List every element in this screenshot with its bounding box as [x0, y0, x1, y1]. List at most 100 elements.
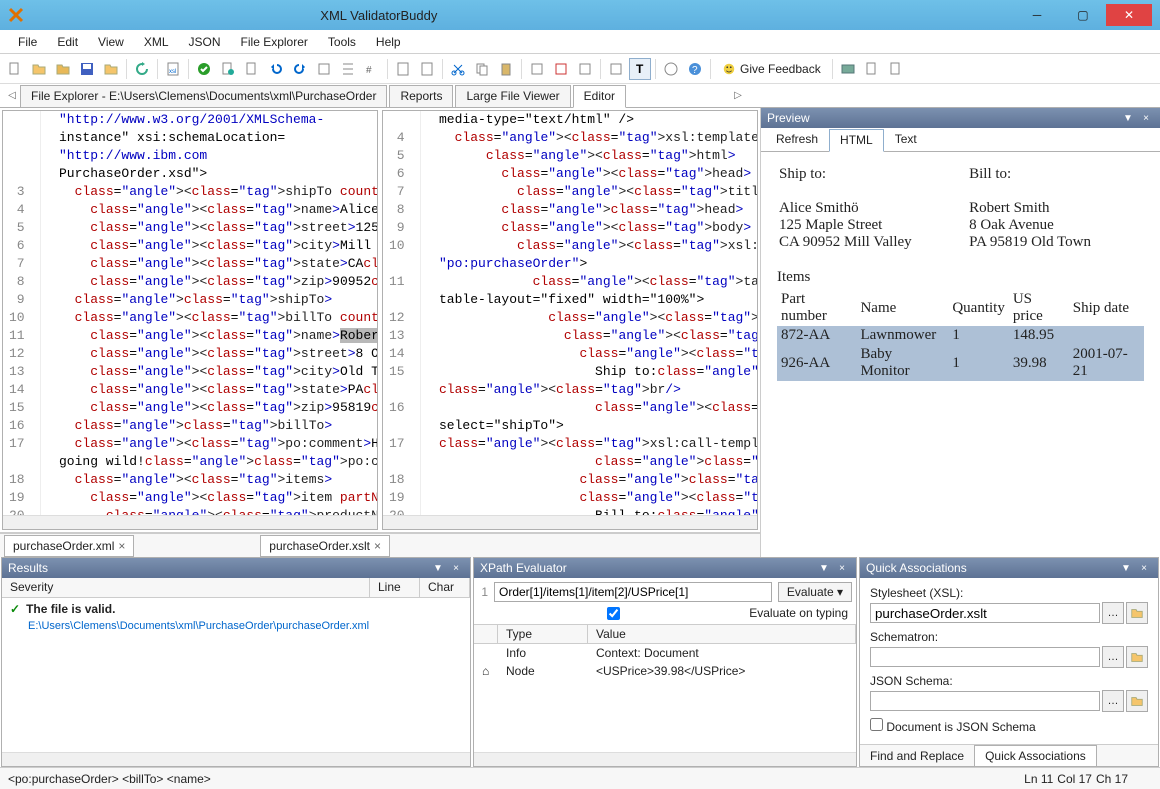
col-char[interactable]: Char	[420, 578, 470, 597]
close-button[interactable]: ✕	[1106, 4, 1152, 26]
tool-f-icon[interactable]	[605, 58, 627, 80]
browse-button[interactable]: …	[1102, 690, 1124, 712]
open-folder-icon[interactable]	[52, 58, 74, 80]
stylesheet-input[interactable]	[870, 603, 1100, 623]
close-pane-icon[interactable]: ×	[448, 560, 464, 576]
tab-scroll-right[interactable]: ▷	[730, 87, 746, 103]
panel-b-icon[interactable]	[861, 58, 883, 80]
tool-e-icon[interactable]	[574, 58, 596, 80]
browse-button[interactable]: …	[1102, 646, 1124, 668]
xpath-input[interactable]	[494, 582, 772, 602]
tool-d-icon[interactable]	[550, 58, 572, 80]
preview-tab-text[interactable]: Text	[884, 128, 928, 151]
open-folder-icon[interactable]	[1126, 602, 1148, 624]
menu-bar: File Edit View XML JSON File Explorer To…	[0, 30, 1160, 54]
open-icon[interactable]	[28, 58, 50, 80]
validate-doc-icon[interactable]	[217, 58, 239, 80]
save-all-icon[interactable]	[100, 58, 122, 80]
paste-icon[interactable]	[495, 58, 517, 80]
new-file-icon[interactable]	[4, 58, 26, 80]
minimize-button[interactable]: ─	[1014, 4, 1060, 26]
close-pane-icon[interactable]: ×	[1138, 110, 1154, 126]
dropdown-icon[interactable]: ▼	[1118, 560, 1134, 576]
menu-json[interactable]: JSON	[179, 32, 231, 52]
code-editor-right[interactable]: 45678910 11 12131415 16 17 18192021media…	[382, 110, 758, 530]
save-icon[interactable]	[76, 58, 98, 80]
open-folder-icon[interactable]	[1126, 690, 1148, 712]
close-pane-icon[interactable]: ×	[1136, 560, 1152, 576]
tab-editor[interactable]: Editor	[573, 85, 626, 108]
app-icon	[8, 7, 24, 23]
tool-icon-1[interactable]	[313, 58, 335, 80]
panel-c-icon[interactable]	[885, 58, 907, 80]
menu-xml[interactable]: XML	[134, 32, 179, 52]
hscroll[interactable]	[474, 752, 856, 766]
undo-icon[interactable]	[265, 58, 287, 80]
menu-edit[interactable]: Edit	[47, 32, 88, 52]
dropdown-icon[interactable]: ▼	[1120, 110, 1136, 126]
menu-file-explorer[interactable]: File Explorer	[231, 32, 318, 52]
close-tab-icon[interactable]: ×	[118, 539, 125, 553]
menu-tools[interactable]: Tools	[318, 32, 366, 52]
maximize-button[interactable]: ▢	[1060, 4, 1106, 26]
copy-icon[interactable]	[471, 58, 493, 80]
hscroll-right[interactable]	[383, 515, 757, 529]
cut-icon[interactable]	[447, 58, 469, 80]
eval-on-typing-checkbox[interactable]	[482, 607, 745, 620]
col-type[interactable]: Type	[498, 625, 588, 643]
tool-icon-2[interactable]	[337, 58, 359, 80]
preview-pane: Preview ▼ × Refresh HTML Text Ship to: A…	[760, 108, 1160, 557]
hscroll[interactable]	[2, 752, 470, 766]
col-line[interactable]: Line	[370, 578, 420, 597]
dropdown-icon[interactable]: ▼	[430, 560, 446, 576]
preview-tab-html[interactable]: HTML	[829, 129, 884, 152]
col-value[interactable]: Value	[588, 625, 856, 643]
menu-file[interactable]: File	[8, 32, 47, 52]
xpath-result-row: ⌂ Node <USPrice>39.98</USPrice>	[474, 662, 856, 680]
tab-reports[interactable]: Reports	[389, 85, 453, 107]
svg-text:T: T	[636, 62, 644, 76]
bill-name: Robert Smith	[969, 200, 1049, 216]
give-feedback-button[interactable]: Give Feedback	[715, 58, 828, 80]
tool-c-icon[interactable]	[526, 58, 548, 80]
doc-b-icon[interactable]	[416, 58, 438, 80]
refresh-icon[interactable]	[131, 58, 153, 80]
file-tab-xslt[interactable]: purchaseOrder.xslt ×	[260, 535, 390, 557]
menu-view[interactable]: View	[88, 32, 134, 52]
tab-file-explorer[interactable]: File Explorer - E:\Users\Clemens\Documen…	[20, 85, 387, 107]
status-ch: Ch 17	[1096, 772, 1128, 786]
close-tab-icon[interactable]: ×	[374, 539, 381, 553]
json-schema-input[interactable]	[870, 691, 1100, 711]
json-schema-checkbox[interactable]	[870, 718, 883, 731]
code-editor-left[interactable]: 34567891011121314151617 181920 21"http:/…	[2, 110, 378, 530]
menu-help[interactable]: Help	[366, 32, 411, 52]
browse-button[interactable]: …	[1102, 602, 1124, 624]
text-mode-icon[interactable]: T	[629, 58, 651, 80]
tab-scroll-left[interactable]: ◁	[4, 87, 20, 103]
validate-ok-icon[interactable]	[193, 58, 215, 80]
svg-text:xsl: xsl	[169, 69, 176, 75]
dropdown-icon[interactable]: ▼	[816, 560, 832, 576]
tab-large-file[interactable]: Large File Viewer	[455, 85, 570, 107]
hscroll-left[interactable]	[3, 515, 377, 529]
result-path[interactable]: E:\Users\Clemens\Documents\xml\PurchaseO…	[2, 620, 470, 636]
doc-a-icon[interactable]	[392, 58, 414, 80]
close-pane-icon[interactable]: ×	[834, 560, 850, 576]
doc-check-icon[interactable]	[241, 58, 263, 80]
xsl-icon[interactable]: xsl	[162, 58, 184, 80]
tab-quick-assoc[interactable]: Quick Associations	[974, 745, 1097, 766]
open-folder-icon[interactable]	[1126, 646, 1148, 668]
help-icon[interactable]: ?	[684, 58, 706, 80]
xpath-header: XPath Evaluator ▼ ×	[474, 558, 856, 578]
preview-tab-refresh[interactable]: Refresh	[765, 128, 829, 151]
info-icon[interactable]	[660, 58, 682, 80]
preview-tabs: Refresh HTML Text	[761, 128, 1160, 152]
col-severity[interactable]: Severity	[2, 578, 370, 597]
hash-icon[interactable]: #	[361, 58, 383, 80]
tab-find-replace[interactable]: Find and Replace	[860, 746, 974, 766]
schematron-input[interactable]	[870, 647, 1100, 667]
evaluate-button[interactable]: Evaluate ▾	[778, 582, 852, 602]
panel-a-icon[interactable]	[837, 58, 859, 80]
redo-icon[interactable]	[289, 58, 311, 80]
file-tab-xml[interactable]: purchaseOrder.xml ×	[4, 535, 134, 557]
